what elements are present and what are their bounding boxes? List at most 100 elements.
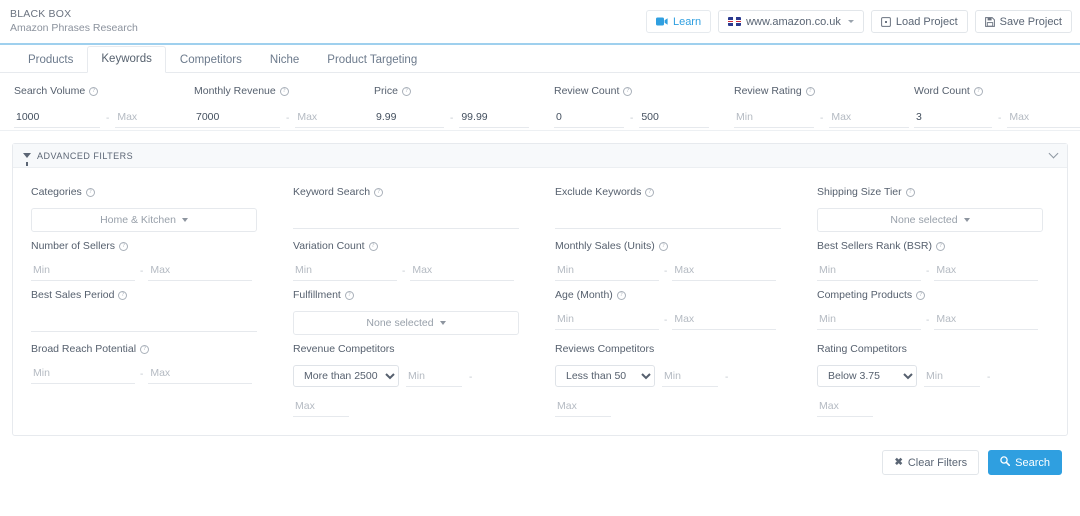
chevron-down-icon (847, 20, 854, 23)
dropdown-fulfillment[interactable]: None selected (293, 311, 519, 335)
filter-cell-variation-count: Variation Count? - (275, 232, 537, 281)
help-icon[interactable]: ? (658, 241, 668, 251)
max-input-variation-count[interactable] (410, 262, 515, 281)
min-input-price[interactable] (374, 109, 444, 128)
max-input-review-rating[interactable] (829, 109, 910, 128)
min-input-variation-count[interactable] (293, 262, 397, 281)
text-input-best-sales-period[interactable] (31, 313, 257, 332)
max-input-monthly-sales-units[interactable] (672, 262, 777, 281)
min-input-competing-products[interactable] (817, 311, 921, 330)
tab-products[interactable]: Products (14, 47, 87, 73)
min-input-monthly-revenue[interactable] (194, 109, 280, 128)
min-input-word-count[interactable] (914, 109, 992, 128)
help-icon[interactable]: ? (85, 187, 95, 197)
help-icon[interactable]: ? (374, 187, 384, 197)
filter-cell-reviews-competitors: Reviews Competitors Less than 50 - (537, 335, 799, 417)
filter-cell-categories: Categories? Home & Kitchen (13, 178, 275, 232)
help-icon[interactable]: ? (140, 344, 150, 354)
range-input-word-count: - (914, 109, 1080, 128)
marketplace-selector[interactable]: www.amazon.co.uk (718, 10, 864, 33)
max-input-price[interactable] (459, 109, 530, 128)
advanced-row-2: Number of Sellers?-Variation Count?-Mont… (13, 232, 1067, 281)
min-input-rating-competitors[interactable] (924, 368, 980, 387)
clear-filters-button[interactable]: ✖ Clear Filters (882, 450, 980, 475)
range-input-monthly-revenue: - (194, 109, 382, 128)
save-project-button[interactable]: Save Project (974, 10, 1072, 33)
field-label-competing-products: Competing Products? (817, 289, 1043, 301)
label-text: Broad Reach Potential (31, 343, 137, 355)
help-icon[interactable]: ? (805, 86, 815, 96)
help-icon[interactable]: ? (89, 86, 99, 96)
max-input-age-month[interactable] (672, 311, 777, 330)
label-text: Categories (31, 186, 82, 198)
help-icon[interactable]: ? (279, 86, 289, 96)
range-input-monthly-sales-units: - (555, 262, 781, 281)
tab-niche[interactable]: Niche (256, 47, 313, 73)
help-icon[interactable]: ? (935, 241, 945, 251)
label-text: Shipping Size Tier (817, 186, 902, 198)
select-revenue-competitors[interactable]: More than 2500 (293, 365, 399, 387)
max-input-number-of-sellers[interactable] (148, 262, 253, 281)
help-icon[interactable]: ? (344, 290, 354, 300)
label-text: Variation Count (293, 240, 365, 252)
max-input-competing-products[interactable] (934, 311, 1039, 330)
min-input-broad-reach-potential[interactable] (31, 365, 135, 384)
max-input-reviews-competitors[interactable] (555, 398, 611, 417)
min-input-monthly-sales-units[interactable] (555, 262, 659, 281)
help-icon[interactable]: ? (119, 241, 129, 251)
competitor-max-wrap-revenue-competitors (293, 396, 519, 417)
min-input-age-month[interactable] (555, 311, 659, 330)
tab-product-targeting[interactable]: Product Targeting (313, 47, 431, 73)
help-icon[interactable]: ? (916, 290, 926, 300)
min-input-revenue-competitors[interactable] (406, 368, 462, 387)
help-icon[interactable]: ? (616, 290, 626, 300)
text-input-keyword-search[interactable] (293, 210, 519, 229)
field-label-best-sellers-rank-bsr: Best Sellers Rank (BSR)? (817, 240, 1043, 252)
help-icon[interactable]: ? (645, 187, 655, 197)
max-input-revenue-competitors[interactable] (293, 398, 349, 417)
help-icon[interactable]: ? (368, 241, 378, 251)
min-input-best-sellers-rank-bsr[interactable] (817, 262, 921, 281)
chevron-down-icon[interactable] (1048, 148, 1059, 159)
range-input-best-sellers-rank-bsr: - (817, 262, 1043, 281)
min-input-review-count[interactable] (554, 109, 624, 128)
search-button[interactable]: Search (988, 450, 1062, 475)
select-rating-competitors[interactable]: Below 3.75 (817, 365, 917, 387)
competitor-row-revenue-competitors: More than 2500 - (293, 365, 519, 387)
help-icon[interactable]: ? (973, 86, 983, 96)
min-input-review-rating[interactable] (734, 109, 814, 128)
label-text: Best Sales Period (31, 289, 115, 301)
dropdown-categories[interactable]: Home & Kitchen (31, 208, 257, 232)
help-icon[interactable]: ? (623, 86, 633, 96)
range-input-variation-count: - (293, 262, 519, 281)
tab-competitors[interactable]: Competitors (166, 47, 256, 73)
learn-button[interactable]: Learn (645, 10, 712, 33)
max-input-broad-reach-potential[interactable] (148, 365, 253, 384)
text-input-exclude-keywords[interactable] (555, 210, 781, 229)
filter-cell-rating-competitors: Rating Competitors Below 3.75 - (799, 335, 1061, 417)
filter-cell-broad-reach-potential: Broad Reach Potential? - (13, 335, 275, 417)
advanced-row-3: Best Sales Period? Fulfillment? None selec… (13, 281, 1067, 335)
min-input-search-volume[interactable] (14, 109, 100, 128)
range-separator: - (926, 266, 930, 277)
filter-cell-fulfillment: Fulfillment? None selected (275, 281, 537, 335)
range-separator: - (140, 369, 144, 380)
dropdown-shipping-size-tier[interactable]: None selected (817, 208, 1043, 232)
help-icon[interactable]: ? (401, 86, 411, 96)
max-input-best-sellers-rank-bsr[interactable] (934, 262, 1039, 281)
range-separator: - (140, 266, 144, 277)
advanced-filters-header[interactable]: ADVANCED FILTERS (13, 144, 1067, 168)
select-reviews-competitors[interactable]: Less than 50 (555, 365, 655, 387)
tab-keywords[interactable]: Keywords (87, 46, 166, 73)
advanced-row-4: Broad Reach Potential?-Revenue Competito… (13, 335, 1067, 417)
max-input-review-count[interactable] (639, 109, 710, 128)
max-input-word-count[interactable] (1007, 109, 1080, 128)
min-input-number-of-sellers[interactable] (31, 262, 135, 281)
label-text: Competing Products (817, 289, 913, 301)
max-input-rating-competitors[interactable] (817, 398, 873, 417)
load-project-button[interactable]: Load Project (870, 10, 968, 33)
help-icon[interactable]: ? (905, 187, 915, 197)
help-icon[interactable]: ? (118, 290, 128, 300)
label-text: Number of Sellers (31, 240, 116, 252)
min-input-reviews-competitors[interactable] (662, 368, 718, 387)
